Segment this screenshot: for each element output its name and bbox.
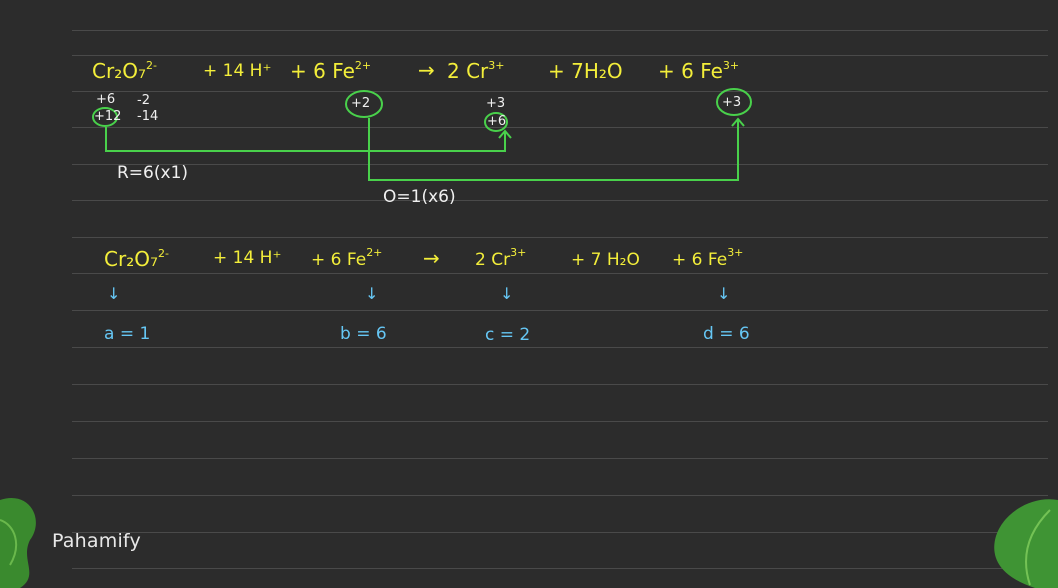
down-arrow-d: ↓ [717, 284, 731, 303]
o-oxidation-state: -2 [137, 93, 150, 108]
eq2-cr3: 2 Cr3+ [475, 246, 527, 270]
fe2-oxidation-state: +2 [351, 96, 371, 111]
coefficient-b: b = 6 [340, 324, 387, 344]
eq2-arrow: → [423, 246, 440, 270]
eq2-fe2: + 6 Fe2+ [311, 246, 383, 270]
down-arrow-c: ↓ [500, 284, 514, 303]
eq2-fe3: + 6 Fe3+ [672, 246, 744, 270]
oxidation-change: O=1(x6) [383, 187, 456, 207]
fe3-oxidation-state: +3 [722, 95, 742, 110]
eq1-water: + 7H₂O [548, 59, 623, 83]
coefficient-c: c = 2 [485, 325, 531, 345]
eq1-cr3: 2 Cr3+ [447, 59, 505, 83]
down-arrow-a: ↓ [107, 284, 121, 303]
cr3-oxidation-state: +3 [486, 96, 506, 111]
whiteboard: Cr₂O₇2- + 14 H⁺ + 6 Fe2+ → 2 Cr3+ + 7H₂O… [0, 0, 1058, 588]
coefficient-d: d = 6 [703, 324, 750, 344]
cr-total-charge: +12 [94, 109, 122, 124]
cr3-total-charge: +6 [487, 114, 507, 129]
reduction-bracket [105, 127, 506, 152]
eq2-hydrogen: + 14 H⁺ [213, 248, 282, 268]
cr-oxidation-state: +6 [96, 92, 116, 107]
eq1-fe2: + 6 Fe2+ [290, 59, 372, 83]
eq2-water: + 7 H₂O [571, 250, 640, 270]
eq1-arrow: → [418, 58, 435, 82]
coefficient-a: a = 1 [104, 324, 151, 344]
eq1-fe3: + 6 Fe3+ [658, 59, 740, 83]
green-annotations [0, 88, 1058, 588]
pahamify-logo: Pahamify [52, 530, 141, 552]
o-total-charge: -14 [137, 109, 159, 124]
oxidation-bracket [368, 118, 739, 181]
eq1-dichromate: Cr₂O₇2- [92, 59, 157, 83]
leaf-left-decoration [0, 498, 36, 588]
down-arrow-b: ↓ [365, 284, 379, 303]
reduction-change: R=6(x1) [117, 163, 189, 183]
eq2-dichromate: Cr₂O₇2- [104, 247, 169, 271]
eq1-hydrogen: + 14 H⁺ [203, 61, 272, 81]
